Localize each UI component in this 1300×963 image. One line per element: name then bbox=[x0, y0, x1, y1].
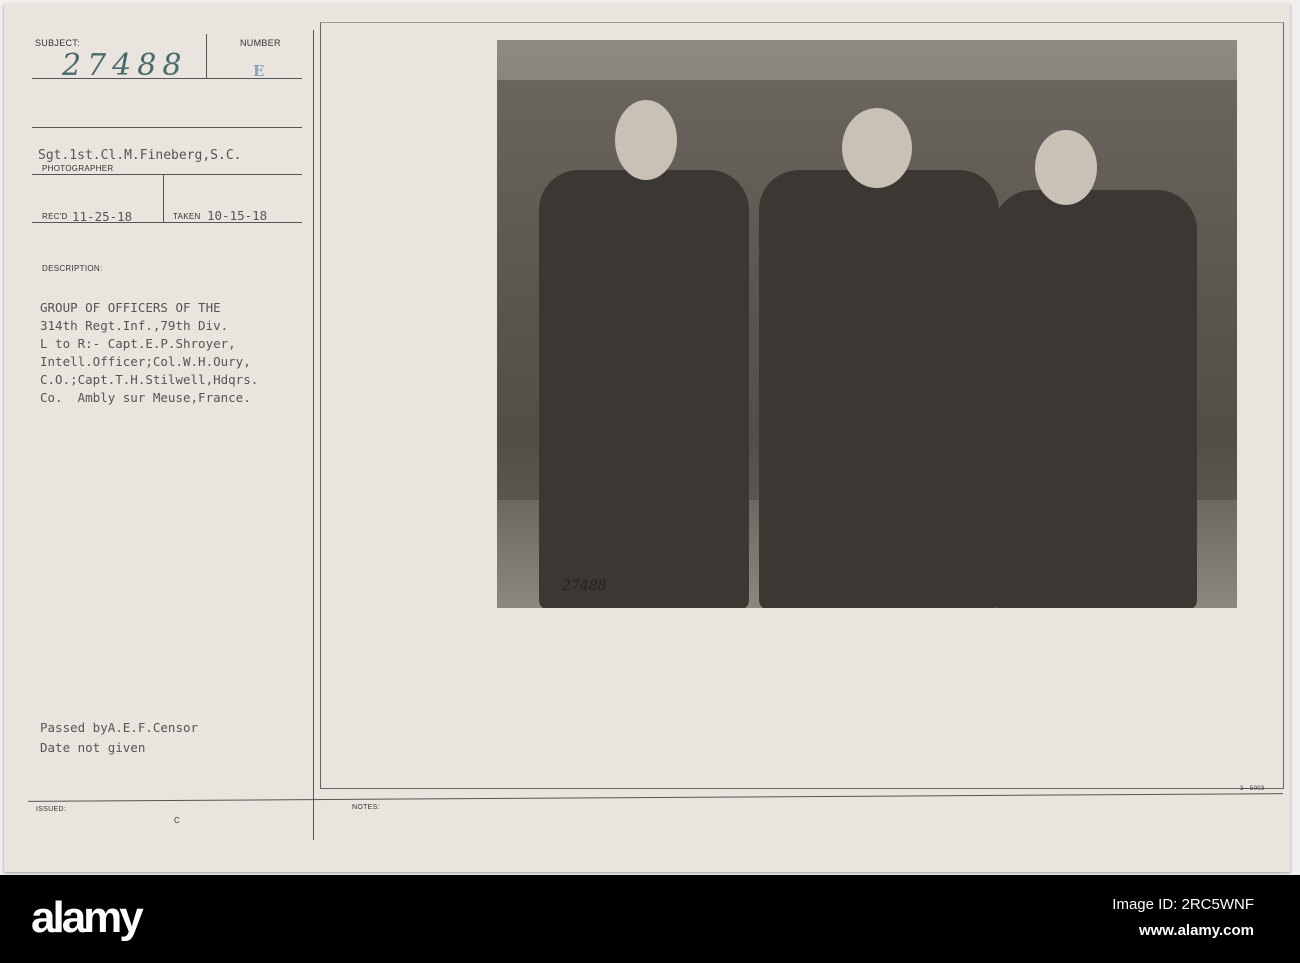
alamy-logo: alamy bbox=[31, 893, 144, 942]
subject-label: SUBJECT: bbox=[35, 38, 80, 48]
description-line: 314th Regt.Inf.,79th Div. bbox=[40, 318, 229, 333]
recd-label: REC'D bbox=[42, 212, 68, 221]
description-label: DESCRIPTION: bbox=[42, 264, 103, 273]
form-number: 3—5003 bbox=[1240, 786, 1265, 792]
officers-photograph: 27488 bbox=[497, 40, 1237, 608]
description-line: GROUP OF OFFICERS OF THE bbox=[40, 300, 221, 315]
description-line: Co. Ambly sur Meuse,France. bbox=[40, 390, 251, 405]
taken-label: TAKEN bbox=[173, 212, 201, 221]
description-line: Intell.Officer;Col.W.H.Oury, bbox=[40, 354, 251, 369]
description-line: L to R:- Capt.E.P.Shroyer, bbox=[40, 336, 236, 351]
censor-line: Passed byA.E.F.Censor bbox=[40, 720, 199, 735]
site-url[interactable]: www.alamy.com bbox=[1139, 922, 1254, 939]
image-id: Image ID: 2RC5WNF bbox=[1112, 896, 1254, 913]
censor-note: Passed byA.E.F.Censor Date not given bbox=[40, 718, 198, 758]
issued-value: C bbox=[174, 816, 181, 825]
number-label: NUMBER bbox=[240, 38, 281, 48]
description-line: C.O.;Capt.T.H.Stilwell,Hdqrs. bbox=[40, 372, 259, 387]
photographer-label: PHOTOGRAPHER bbox=[42, 164, 114, 173]
taken-date: 10-15-18 bbox=[207, 208, 268, 223]
censor-line: Date not given bbox=[40, 740, 146, 755]
photographer-name: Sgt.1st.Cl.M.Fineberg,S.C. bbox=[38, 148, 242, 163]
notes-label: NOTES: bbox=[352, 804, 380, 811]
description-text: GROUP OF OFFICERS OF THE 314th Regt.Inf.… bbox=[40, 299, 258, 407]
watermark-footer bbox=[0, 875, 1300, 963]
issued-label: ISSUED: bbox=[36, 806, 67, 813]
photo-stamp-number: 27488 bbox=[562, 578, 607, 594]
